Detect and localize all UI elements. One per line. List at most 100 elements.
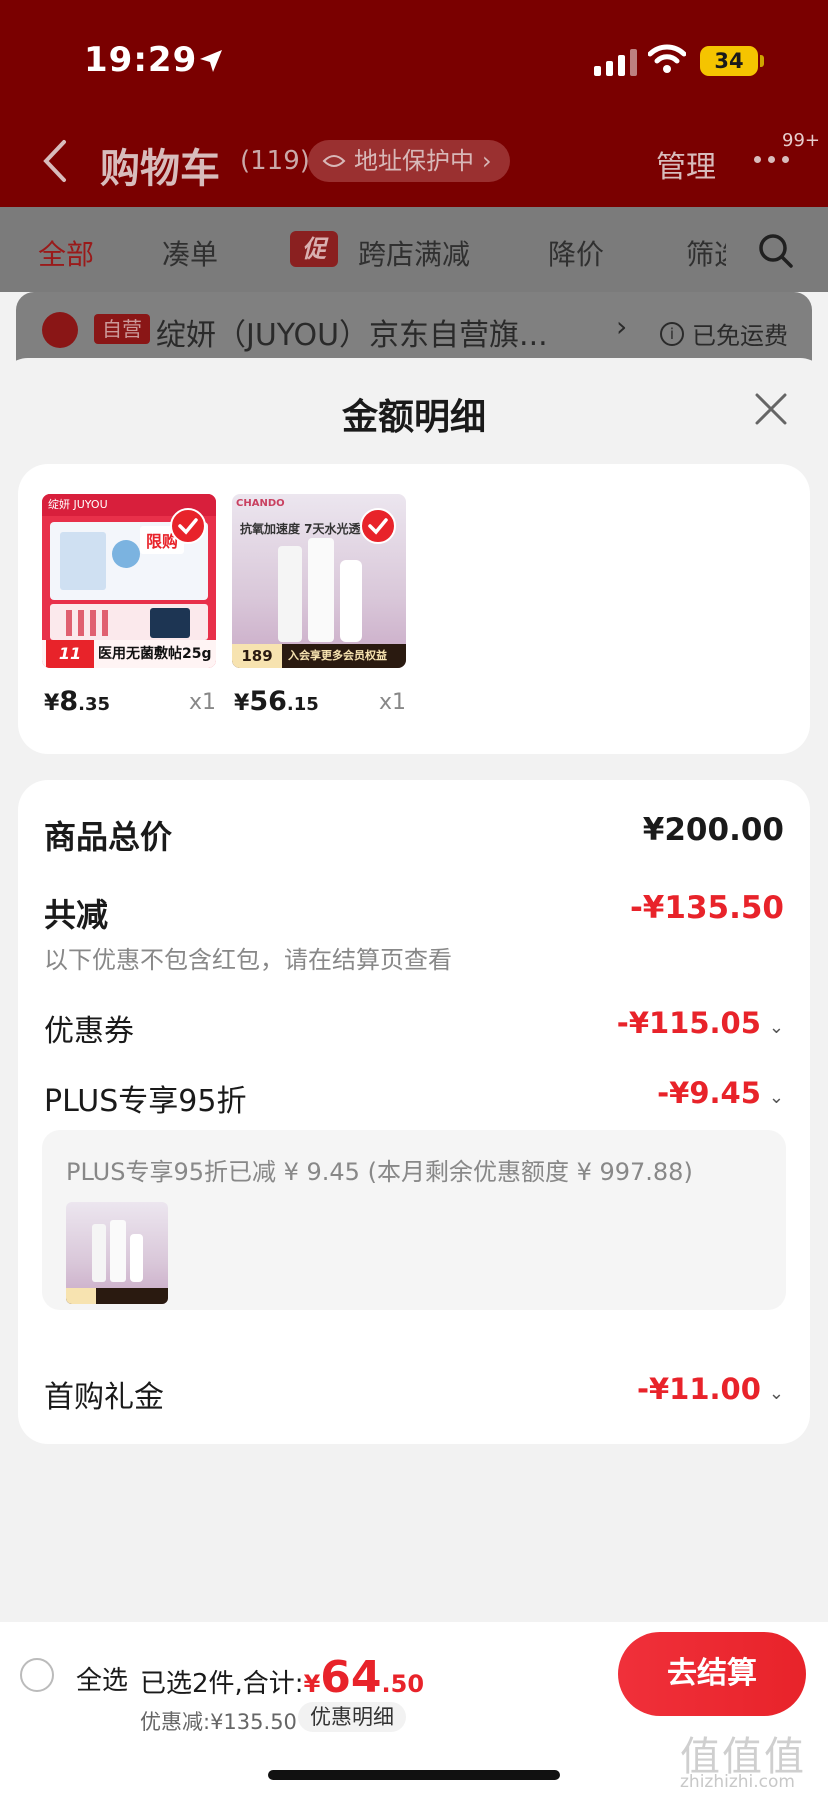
tab-cross-store[interactable]: 跨店满减 (358, 233, 470, 273)
tab-coudan[interactable]: 凑单 (162, 233, 218, 273)
price-detail-card: 商品总价 ¥200.00 共减 -¥135.50 以下优惠不包含红包，请在结算页… (18, 780, 810, 1444)
selected-summary: 已选2件,合计: ¥ 64 .50 (140, 1652, 424, 1703)
watermark-url: zhizhizhi.com (680, 1772, 795, 1792)
reduce-row: 共减 -¥135.50 (44, 890, 784, 934)
reduce-label: 共减 (44, 896, 109, 934)
shop-name[interactable]: 绽妍（JUYOU）京东自营旗... (156, 310, 548, 354)
more-dots-icon[interactable] (754, 156, 789, 163)
thumb-tube (340, 560, 362, 642)
message-badge: 99+ (782, 130, 820, 151)
checkout-bar: 全选 已选2件,合计: ¥ 64 .50 优惠减:¥135.50 优惠明细 去结… (0, 1622, 828, 1796)
free-shipping-info: i 已免运费 (660, 316, 788, 351)
sheet-title: 金额明细 (341, 397, 486, 438)
product-thumbnail: 绽妍 JUYOU 限购 医用无菌敷帖25g 11 (42, 494, 216, 668)
select-all-radio[interactable] (20, 1658, 54, 1692)
wifi-icon (648, 44, 686, 73)
amount-detail-sheet: 金额明细 绽妍 JUYOU 限购 医用无菌敷帖25g 11 ¥8.35 x1 C… (0, 358, 828, 1638)
total-dec: .50 (381, 1670, 425, 1698)
price-dec: .35 (78, 694, 110, 715)
shop-checkbox[interactable] (42, 312, 78, 348)
page-title: 购物车 (100, 146, 220, 192)
battery-tip (760, 55, 764, 67)
address-protection-label: 地址保护中 (354, 147, 474, 175)
product-thumbnail: CHANDO 抗氧加速度 7天水光透 189 入会享更多会员权益 (232, 494, 406, 668)
shop-header-row: 自营 绽妍（JUYOU）京东自营旗... › i 已免运费 (16, 292, 812, 366)
plus-row[interactable]: PLUS专享95折 -¥9.45 ⌄ (44, 1076, 784, 1119)
coupon-label: 优惠券 (44, 1014, 134, 1049)
product-qty: x1 (188, 690, 216, 715)
thumb-caption: 抗氧加速度 7天水光透 (240, 522, 361, 536)
coupon-value: -¥115.05 (616, 1006, 761, 1040)
total-price-row: 商品总价 ¥200.00 (44, 812, 784, 856)
discount-text: 优惠减:¥135.50 (140, 1710, 297, 1734)
reduce-value: -¥135.50 (629, 890, 784, 926)
reduce-note-row: 以下优惠不包含红包，请在结算页查看 (44, 940, 784, 975)
promo-badge: 促 (290, 231, 338, 267)
reduce-note: 以下优惠不包含红包，请在结算页查看 (44, 946, 452, 974)
chevron-right-icon: › (616, 310, 628, 343)
thumb-bottle (308, 538, 334, 642)
info-icon[interactable]: i (660, 321, 684, 346)
discount-detail-button[interactable]: 优惠明细 (298, 1702, 406, 1732)
total-yen: ¥ (303, 1670, 321, 1698)
search-icon[interactable] (758, 233, 794, 269)
thumb-vials (50, 604, 208, 640)
thumb-bottle (278, 546, 302, 642)
price-yen: ¥ (44, 691, 60, 716)
manage-button[interactable]: 管理 (656, 142, 716, 186)
tab-price-drop[interactable]: 降价 (548, 233, 604, 273)
battery-icon: 34 (700, 46, 758, 76)
selected-check-icon (360, 508, 396, 544)
product-qty: x1 (378, 690, 406, 715)
tab-filter[interactable]: 筛选 (686, 233, 726, 273)
address-protection-chip[interactable]: 地址保护中 › (308, 140, 510, 182)
home-indicator (268, 1770, 560, 1780)
price-int: 8 (59, 686, 79, 717)
total-price-value: ¥200.00 (642, 812, 784, 848)
product-item[interactable]: CHANDO 抗氧加速度 7天水光透 189 入会享更多会员权益 ¥56.15 … (232, 494, 406, 717)
location-arrow-icon (200, 50, 222, 72)
product-item[interactable]: 绽妍 JUYOU 限购 医用无菌敷帖25g 11 ¥8.35 x1 (42, 494, 216, 717)
back-arrow-icon[interactable] (40, 138, 70, 184)
thumb-num: 11 (46, 640, 94, 668)
thumb-brand: CHANDO (236, 498, 285, 509)
chevron-down-icon[interactable]: ⌄ (769, 1383, 784, 1404)
self-operated-tag: 自营 (94, 314, 150, 344)
product-price: ¥8.35 (44, 686, 110, 717)
free-shipping-label: 已免运费 (692, 322, 788, 350)
thumb-price: 189 (232, 644, 282, 668)
close-icon[interactable] (754, 392, 788, 426)
select-all-label[interactable]: 全选 (76, 1660, 128, 1697)
coupon-value-group: -¥115.05 ⌄ (617, 1006, 784, 1040)
plus-value-group: -¥9.45 ⌄ (657, 1076, 784, 1110)
plus-detail-box: PLUS专享95折已减 ¥ 9.45 (本月剩余优惠额度 ¥ 997.88) (42, 1130, 786, 1310)
first-purchase-value: -¥11.00 (636, 1372, 761, 1406)
status-bar: 19:29 34 (0, 0, 828, 120)
tab-all[interactable]: 全部 (38, 233, 94, 273)
status-time: 19:29 (84, 40, 198, 80)
plus-product-thumbnail (66, 1202, 168, 1304)
chevron-down-icon[interactable]: ⌄ (769, 1017, 784, 1038)
cart-header: 购物车 (119) 地址保护中 › 管理 99+ (0, 120, 828, 207)
price-yen: ¥ (234, 691, 250, 716)
coupon-row[interactable]: 优惠券 -¥115.05 ⌄ (44, 1006, 784, 1049)
price-dec: .15 (286, 694, 319, 715)
total-int: 64 (320, 1652, 382, 1703)
checkout-button[interactable]: 去结算 (618, 1632, 806, 1716)
filter-tab-bar: 全部 凑单 促 跨店满减 降价 筛选 (0, 207, 828, 292)
first-purchase-row[interactable]: 首购礼金 -¥11.00 ⌄ (44, 1372, 784, 1415)
selected-check-icon (170, 508, 206, 544)
price-int: 56 (249, 686, 287, 717)
first-purchase-value-group: -¥11.00 ⌄ (637, 1372, 784, 1406)
cart-count: (119) (240, 146, 310, 176)
cellular-signal-icon (594, 48, 637, 76)
product-price: ¥56.15 (234, 686, 319, 717)
plus-label: PLUS专享95折 (44, 1084, 247, 1119)
selected-text: 已选2件,合计: (140, 1669, 304, 1699)
first-purchase-label: 首购礼金 (44, 1380, 164, 1415)
total-price-label: 商品总价 (44, 818, 173, 856)
chevron-down-icon[interactable]: ⌄ (769, 1087, 784, 1108)
plus-value: -¥9.45 (657, 1076, 761, 1110)
chevron-right-icon: › (482, 147, 492, 175)
product-summary-card: 绽妍 JUYOU 限购 医用无菌敷帖25g 11 ¥8.35 x1 CHANDO… (18, 464, 810, 754)
